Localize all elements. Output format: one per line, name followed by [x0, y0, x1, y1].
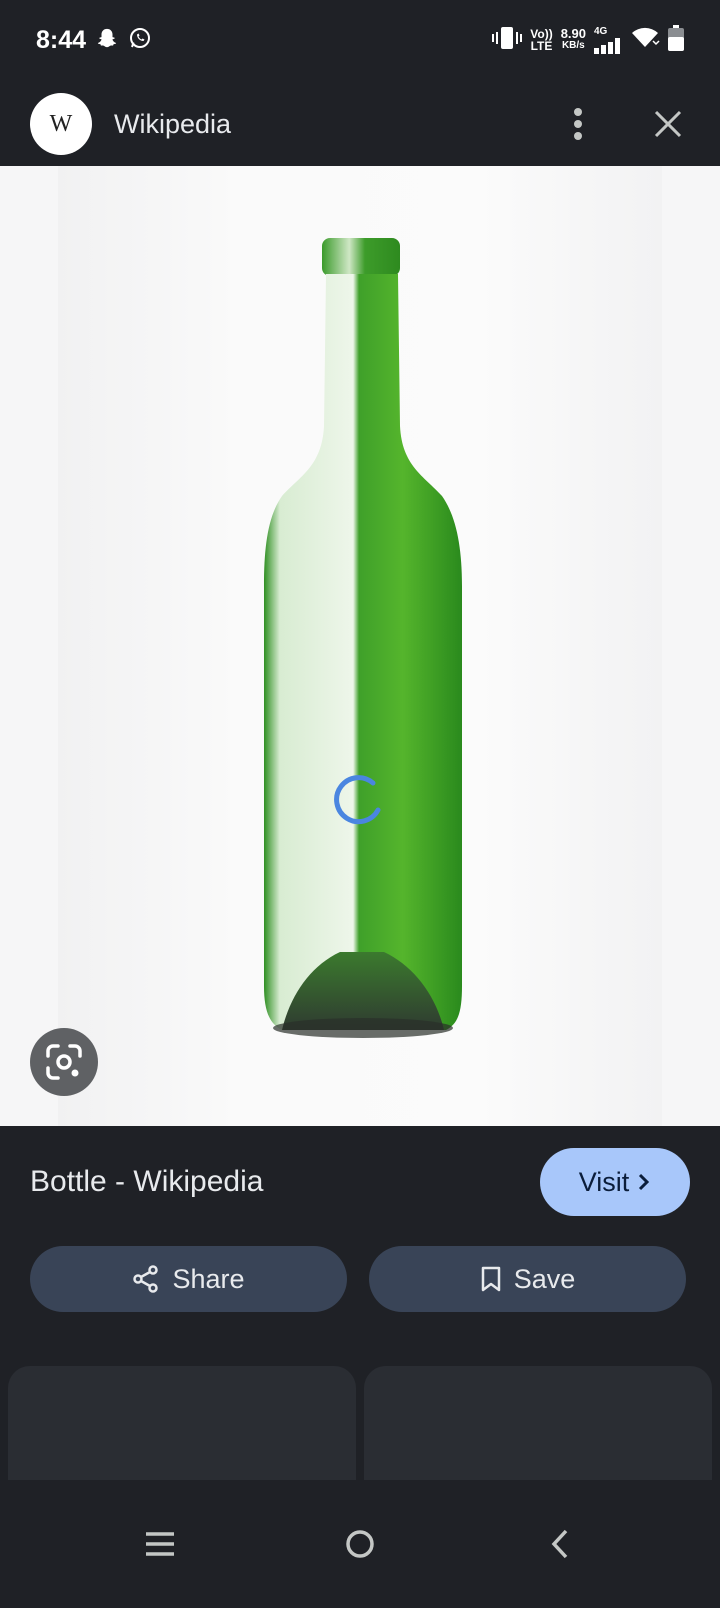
visit-label: Visit	[578, 1166, 630, 1197]
related-card[interactable]	[364, 1366, 712, 1480]
loading-spinner	[334, 775, 381, 825]
more-vert-icon	[574, 108, 582, 140]
home-button[interactable]	[330, 1514, 390, 1574]
save-label: Save	[513, 1263, 576, 1294]
chevron-right-icon	[639, 1173, 650, 1191]
close-button[interactable]	[646, 102, 690, 146]
more-options-button[interactable]	[556, 102, 600, 146]
battery-icon	[668, 24, 684, 56]
menu-icon	[146, 1532, 174, 1556]
site-name: Wikipedia	[114, 108, 232, 139]
bookmark-icon	[481, 1266, 500, 1292]
network-speed: 8.90 KB/s	[560, 26, 586, 51]
google-lens-icon	[46, 1044, 82, 1080]
share-label: Share	[172, 1263, 245, 1294]
related-card[interactable]	[8, 1366, 356, 1480]
visit-button[interactable]: Visit	[540, 1148, 690, 1216]
snapchat-icon	[96, 27, 118, 54]
vibrate-icon	[492, 25, 523, 56]
header-bar: W Wikipedia	[0, 84, 720, 164]
wifi-icon	[630, 25, 660, 56]
image-preview[interactable]	[0, 166, 720, 1126]
volte-indicator: Vo)) LTE	[530, 27, 553, 53]
related-results	[8, 1366, 712, 1480]
wikipedia-logo: W	[30, 93, 92, 155]
back-icon	[551, 1529, 568, 1559]
signal-icon: 4G	[594, 26, 622, 54]
home-icon	[346, 1530, 374, 1558]
whatsapp-icon	[128, 26, 152, 55]
recents-button[interactable]	[130, 1514, 190, 1574]
system-nav-bar	[0, 1480, 720, 1608]
close-icon	[654, 110, 682, 138]
share-icon	[133, 1265, 159, 1293]
status-time: 8:44	[36, 25, 87, 54]
share-button[interactable]: Share	[30, 1246, 347, 1312]
bottle-image	[264, 238, 462, 1038]
back-button[interactable]	[530, 1514, 590, 1574]
page-title[interactable]: Bottle - Wikipedia	[30, 1165, 263, 1199]
save-button[interactable]: Save	[369, 1246, 686, 1312]
status-bar: 8:44 Vo)) LTE 8.90 KB/s 4G	[0, 0, 720, 80]
google-lens-button[interactable]	[30, 1028, 98, 1096]
